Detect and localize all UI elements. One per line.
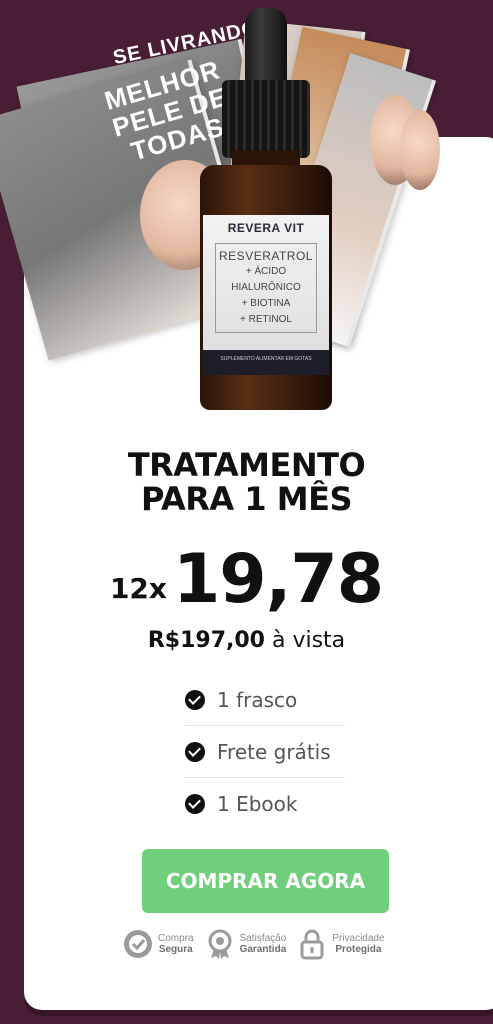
- trust-badge: Privacidade Protegida: [296, 928, 385, 960]
- badge-line: Garantida: [239, 944, 287, 955]
- installment-value: 19,78: [172, 540, 384, 619]
- brand-logo: REVERA VIT: [227, 221, 305, 235]
- offer-title: TRATAMENTO PARA 1 MÊS: [0, 448, 493, 516]
- installment-price: 12x19,78: [0, 540, 493, 619]
- ingredient: + BIOTINA: [241, 298, 291, 309]
- label-footer: SUPLEMENTO ALIMENTAR EM GOTAS: [203, 350, 329, 375]
- dropper-cap: [222, 80, 310, 158]
- list-item: 1 Ebook: [185, 778, 345, 830]
- ingredients-box: RESVERATROL + ÁCIDO HIALURÔNICO + BIOTIN…: [215, 243, 317, 333]
- installment-count: 12x: [109, 572, 167, 605]
- feature-list: 1 frasco Frete grátis 1 Ebook: [185, 674, 345, 830]
- check-circle-icon: [185, 741, 205, 762]
- feature-label: 1 frasco: [217, 687, 298, 712]
- trust-badge: Satisfação Garantida: [204, 928, 287, 960]
- dropper-bulb: [245, 8, 287, 88]
- check-circle-icon: [185, 689, 205, 710]
- list-item: 1 frasco: [185, 674, 345, 726]
- ingredient: + ÁCIDO: [245, 266, 287, 277]
- cash-price-value: R$197,00: [147, 628, 265, 653]
- check-circle-icon: [185, 794, 205, 814]
- cash-price: R$197,00 à vista: [0, 628, 493, 653]
- badge-line: Protegida: [335, 944, 382, 955]
- list-item: Frete grátis: [185, 726, 345, 778]
- ingredient: + RETINOL: [240, 314, 292, 325]
- buy-now-button[interactable]: COMPRAR AGORA: [142, 849, 389, 913]
- trust-badge: Compra Segura: [122, 928, 194, 960]
- badge-line: Privacidade: [332, 933, 385, 944]
- award-ribbon-icon: [204, 928, 236, 960]
- offer-title-line: PARA 1 MÊS: [141, 480, 352, 518]
- feature-label: 1 Ebook: [217, 792, 298, 816]
- badge-line: Segura: [158, 944, 193, 955]
- lock-icon: [296, 928, 328, 960]
- feature-label: Frete grátis: [217, 739, 331, 764]
- ingredient: HIALURÔNICO: [231, 282, 301, 293]
- offer-title-line: TRATAMENTO: [127, 446, 366, 484]
- cash-price-suffix: à vista: [264, 628, 346, 653]
- badge-line: Compra: [158, 933, 194, 944]
- badge-line: Satisfação: [239, 933, 287, 944]
- ingredient: RESVERATROL: [219, 249, 313, 263]
- model-face-image: [400, 110, 440, 190]
- trust-badges: Compra Segura Satisfação Garantida Privaci…: [122, 928, 422, 960]
- shield-check-icon: [122, 928, 154, 960]
